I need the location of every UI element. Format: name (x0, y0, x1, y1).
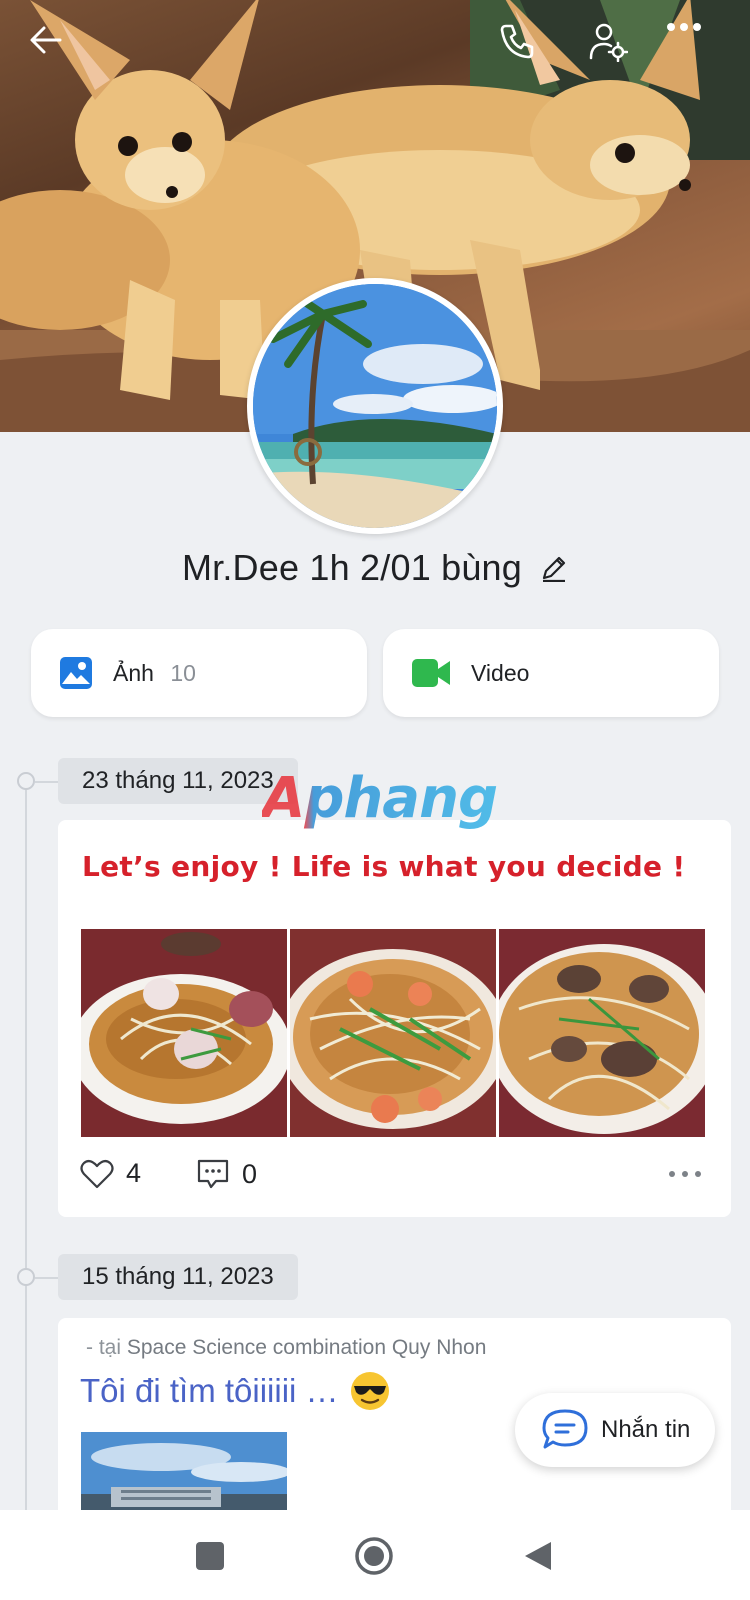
heart-icon (80, 1159, 114, 1188)
food-photo (81, 929, 287, 1137)
photos-button[interactable]: Ảnh 10 (31, 629, 367, 717)
photos-count: 10 (170, 659, 196, 686)
send-message-button[interactable]: Nhắn tin (515, 1393, 715, 1467)
videos-button[interactable]: Video (383, 629, 719, 717)
phone-icon (500, 24, 534, 59)
avatar[interactable] (247, 278, 503, 534)
user-settings-icon (589, 23, 628, 62)
system-back-button[interactable] (516, 1534, 560, 1578)
back-button[interactable] (28, 22, 76, 70)
arrow-left-icon (30, 26, 62, 54)
post-title-text: Tôi đi tìm tôiiiiii … (80, 1372, 339, 1409)
comment-count: 0 (242, 1158, 258, 1189)
send-message-label: Nhắn tin (601, 1416, 691, 1443)
food-photo (290, 929, 496, 1137)
timeline-connector (35, 1277, 59, 1279)
avatar-image (253, 284, 497, 528)
photos-label: Ảnh (113, 659, 154, 686)
recent-apps-button[interactable] (188, 1534, 232, 1578)
post-title: Tôi đi tìm tôiiiiii … (80, 1370, 391, 1412)
city-photo (81, 1432, 287, 1520)
post-photo[interactable] (290, 929, 496, 1137)
post-photo-grid (81, 929, 705, 1137)
triangle-back-icon (525, 1542, 551, 1570)
system-navigation-bar (0, 1510, 750, 1600)
watermark: Aphang (262, 766, 498, 831)
timeline-dot (17, 772, 35, 790)
image-icon (60, 657, 92, 689)
comment-icon (197, 1159, 229, 1189)
video-camera-icon (412, 659, 450, 687)
more-horizontal-icon (667, 23, 701, 31)
timeline-connector (35, 781, 59, 783)
location-prefix: - tại (86, 1336, 122, 1359)
call-button[interactable] (498, 22, 546, 70)
like-button[interactable]: 4 (80, 1158, 141, 1189)
profile-name: Mr.Dee 1h 2/01 bùng (181, 547, 523, 588)
post-card[interactable]: Let’s enjoy ! Life is what you decide ! (58, 820, 731, 1217)
post-actions: 4 0 (80, 1158, 710, 1200)
post-date: 15 tháng 11, 2023 (58, 1254, 298, 1300)
profile-settings-button[interactable] (588, 22, 636, 70)
timeline-line (25, 782, 27, 1520)
home-button[interactable] (352, 1534, 396, 1578)
sunglasses-emoji-icon (349, 1370, 391, 1412)
post-text: Let’s enjoy ! Life is what you decide ! (82, 850, 686, 883)
edit-name-button[interactable] (540, 554, 568, 582)
comment-button[interactable]: 0 (196, 1158, 257, 1190)
profile-name-row: Mr.Dee 1h 2/01 bùng (0, 542, 750, 594)
food-photo (499, 929, 705, 1137)
post-photo[interactable] (81, 929, 287, 1137)
like-count: 4 (126, 1158, 142, 1188)
circle-home-icon (355, 1537, 393, 1575)
post-location[interactable]: - tại Space Science combination Quy Nhon (86, 1336, 486, 1360)
videos-label: Video (471, 659, 530, 686)
pencil-icon (542, 556, 566, 582)
square-icon (196, 1542, 224, 1570)
post-photo[interactable] (81, 1432, 287, 1520)
post-photo[interactable] (499, 929, 705, 1137)
chat-bubble-icon (542, 1409, 588, 1449)
timeline-dot (17, 1268, 35, 1286)
post-more-button[interactable] (668, 1170, 702, 1178)
more-horizontal-icon (669, 1171, 701, 1177)
more-options-button[interactable] (666, 22, 714, 70)
location-name: Space Science combination Quy Nhon (126, 1336, 487, 1359)
